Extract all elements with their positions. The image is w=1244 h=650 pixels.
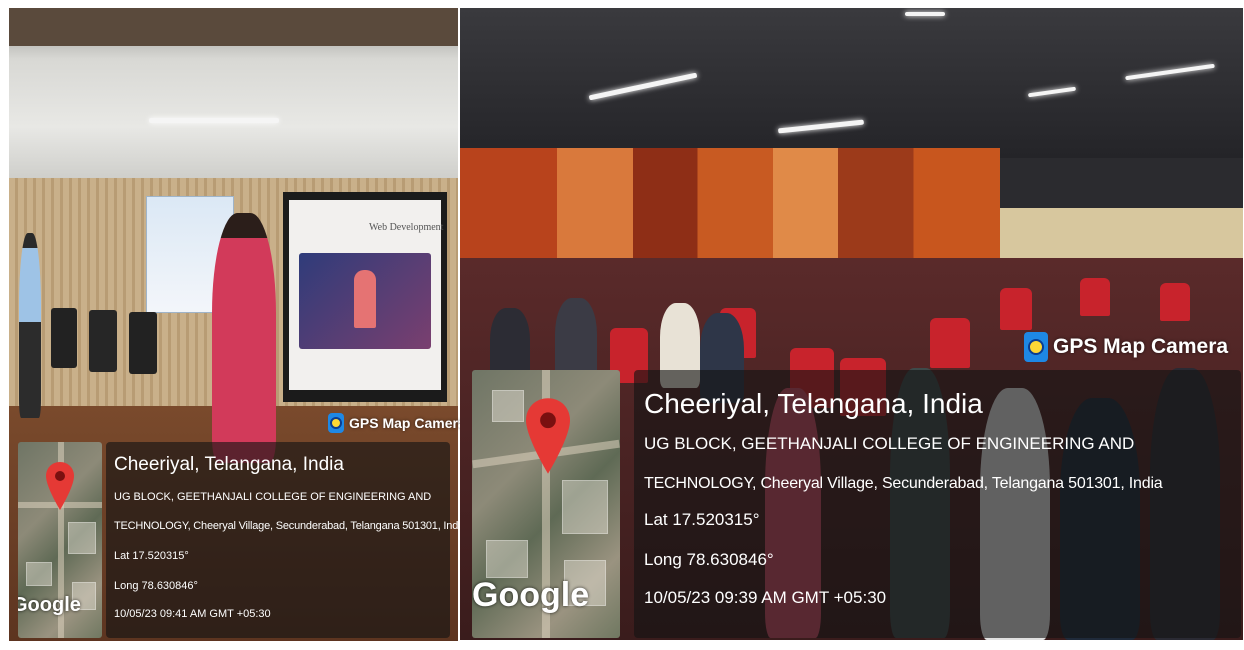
ceiling bbox=[460, 8, 1243, 158]
location-map: Google bbox=[18, 442, 102, 638]
ceiling-beam bbox=[9, 8, 458, 46]
chair bbox=[89, 310, 117, 372]
map-pin-icon bbox=[526, 398, 570, 474]
map-pin-icon bbox=[46, 462, 74, 510]
slide-title: Web Development bbox=[369, 222, 444, 233]
address-line-1: UG BLOCK, GEETHANJALI COLLEGE OF ENGINEE… bbox=[114, 491, 432, 503]
camera-icon bbox=[328, 413, 344, 433]
location-title: Cheeriyal, Telangana, India bbox=[644, 388, 983, 419]
map-attribution: Google bbox=[18, 594, 81, 616]
gps-badge: GPS Map Camera bbox=[1024, 332, 1228, 362]
longitude: Long 78.630846° bbox=[114, 580, 198, 592]
camera-icon bbox=[1024, 332, 1048, 362]
timestamp: 10/05/23 09:41 AM GMT +05:30 bbox=[114, 608, 271, 620]
latitude: Lat 17.520315° bbox=[114, 550, 189, 562]
address-line-2: TECHNOLOGY, Cheeryal Village, Secunderab… bbox=[644, 475, 1163, 492]
map-attribution: Google bbox=[472, 576, 590, 614]
presenter bbox=[212, 213, 276, 463]
latitude: Lat 17.520315° bbox=[644, 510, 760, 529]
timestamp: 10/05/23 09:39 AM GMT +05:30 bbox=[644, 588, 887, 607]
standing-man bbox=[19, 233, 41, 418]
slide-figure bbox=[354, 270, 376, 328]
chair bbox=[129, 312, 157, 374]
chair bbox=[51, 308, 77, 368]
longitude: Long 78.630846° bbox=[644, 550, 774, 569]
ceiling-light bbox=[149, 118, 279, 123]
address-line-2: TECHNOLOGY, Cheeryal Village, Secunderab… bbox=[114, 520, 467, 532]
location-info-panel: Cheeriyal, Telangana, India UG BLOCK, GE… bbox=[106, 442, 466, 638]
gps-badge: GPS Map Camera bbox=[328, 413, 466, 433]
ceiling-light bbox=[905, 12, 945, 16]
location-info-panel: Cheeriyal, Telangana, India UG BLOCK, GE… bbox=[634, 370, 1241, 638]
location-title: Cheeriyal, Telangana, India bbox=[114, 454, 344, 475]
address-line-1: UG BLOCK, GEETHANJALI COLLEGE OF ENGINEE… bbox=[644, 434, 1135, 453]
location-map: Google bbox=[472, 370, 620, 638]
